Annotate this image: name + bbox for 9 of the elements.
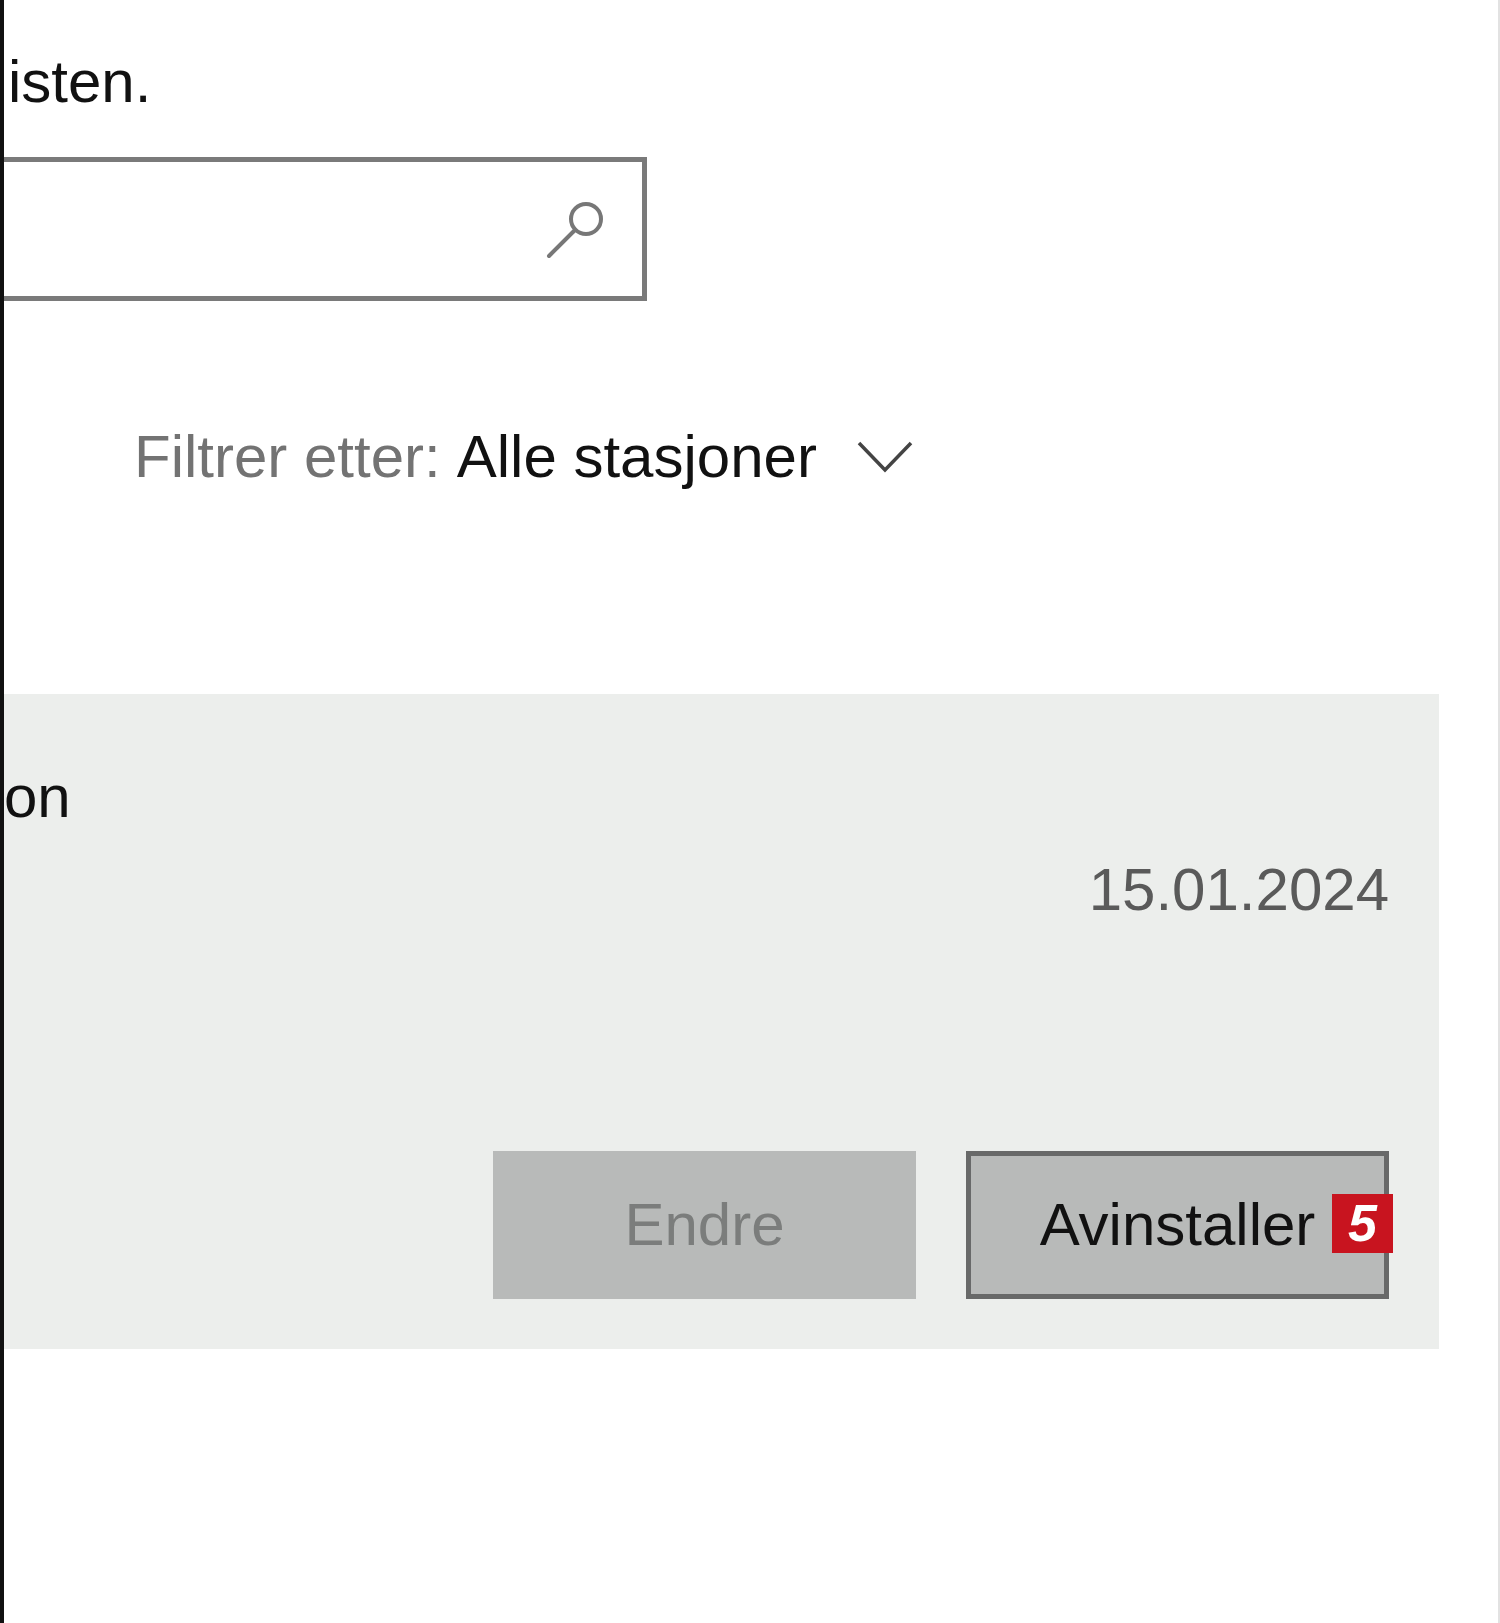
search-field[interactable] (4, 157, 647, 301)
filter-dropdown[interactable]: Alle stasjoner (456, 421, 913, 493)
description-text: isten. (8, 47, 152, 117)
search-icon (546, 199, 606, 259)
chevron-down-icon (856, 441, 913, 473)
install-date: 15.01.2024 (1088, 855, 1389, 925)
filter-label: Filtrer etter: (134, 422, 441, 492)
step-badge: 5 (1332, 1194, 1393, 1253)
app-name: on (4, 762, 71, 832)
